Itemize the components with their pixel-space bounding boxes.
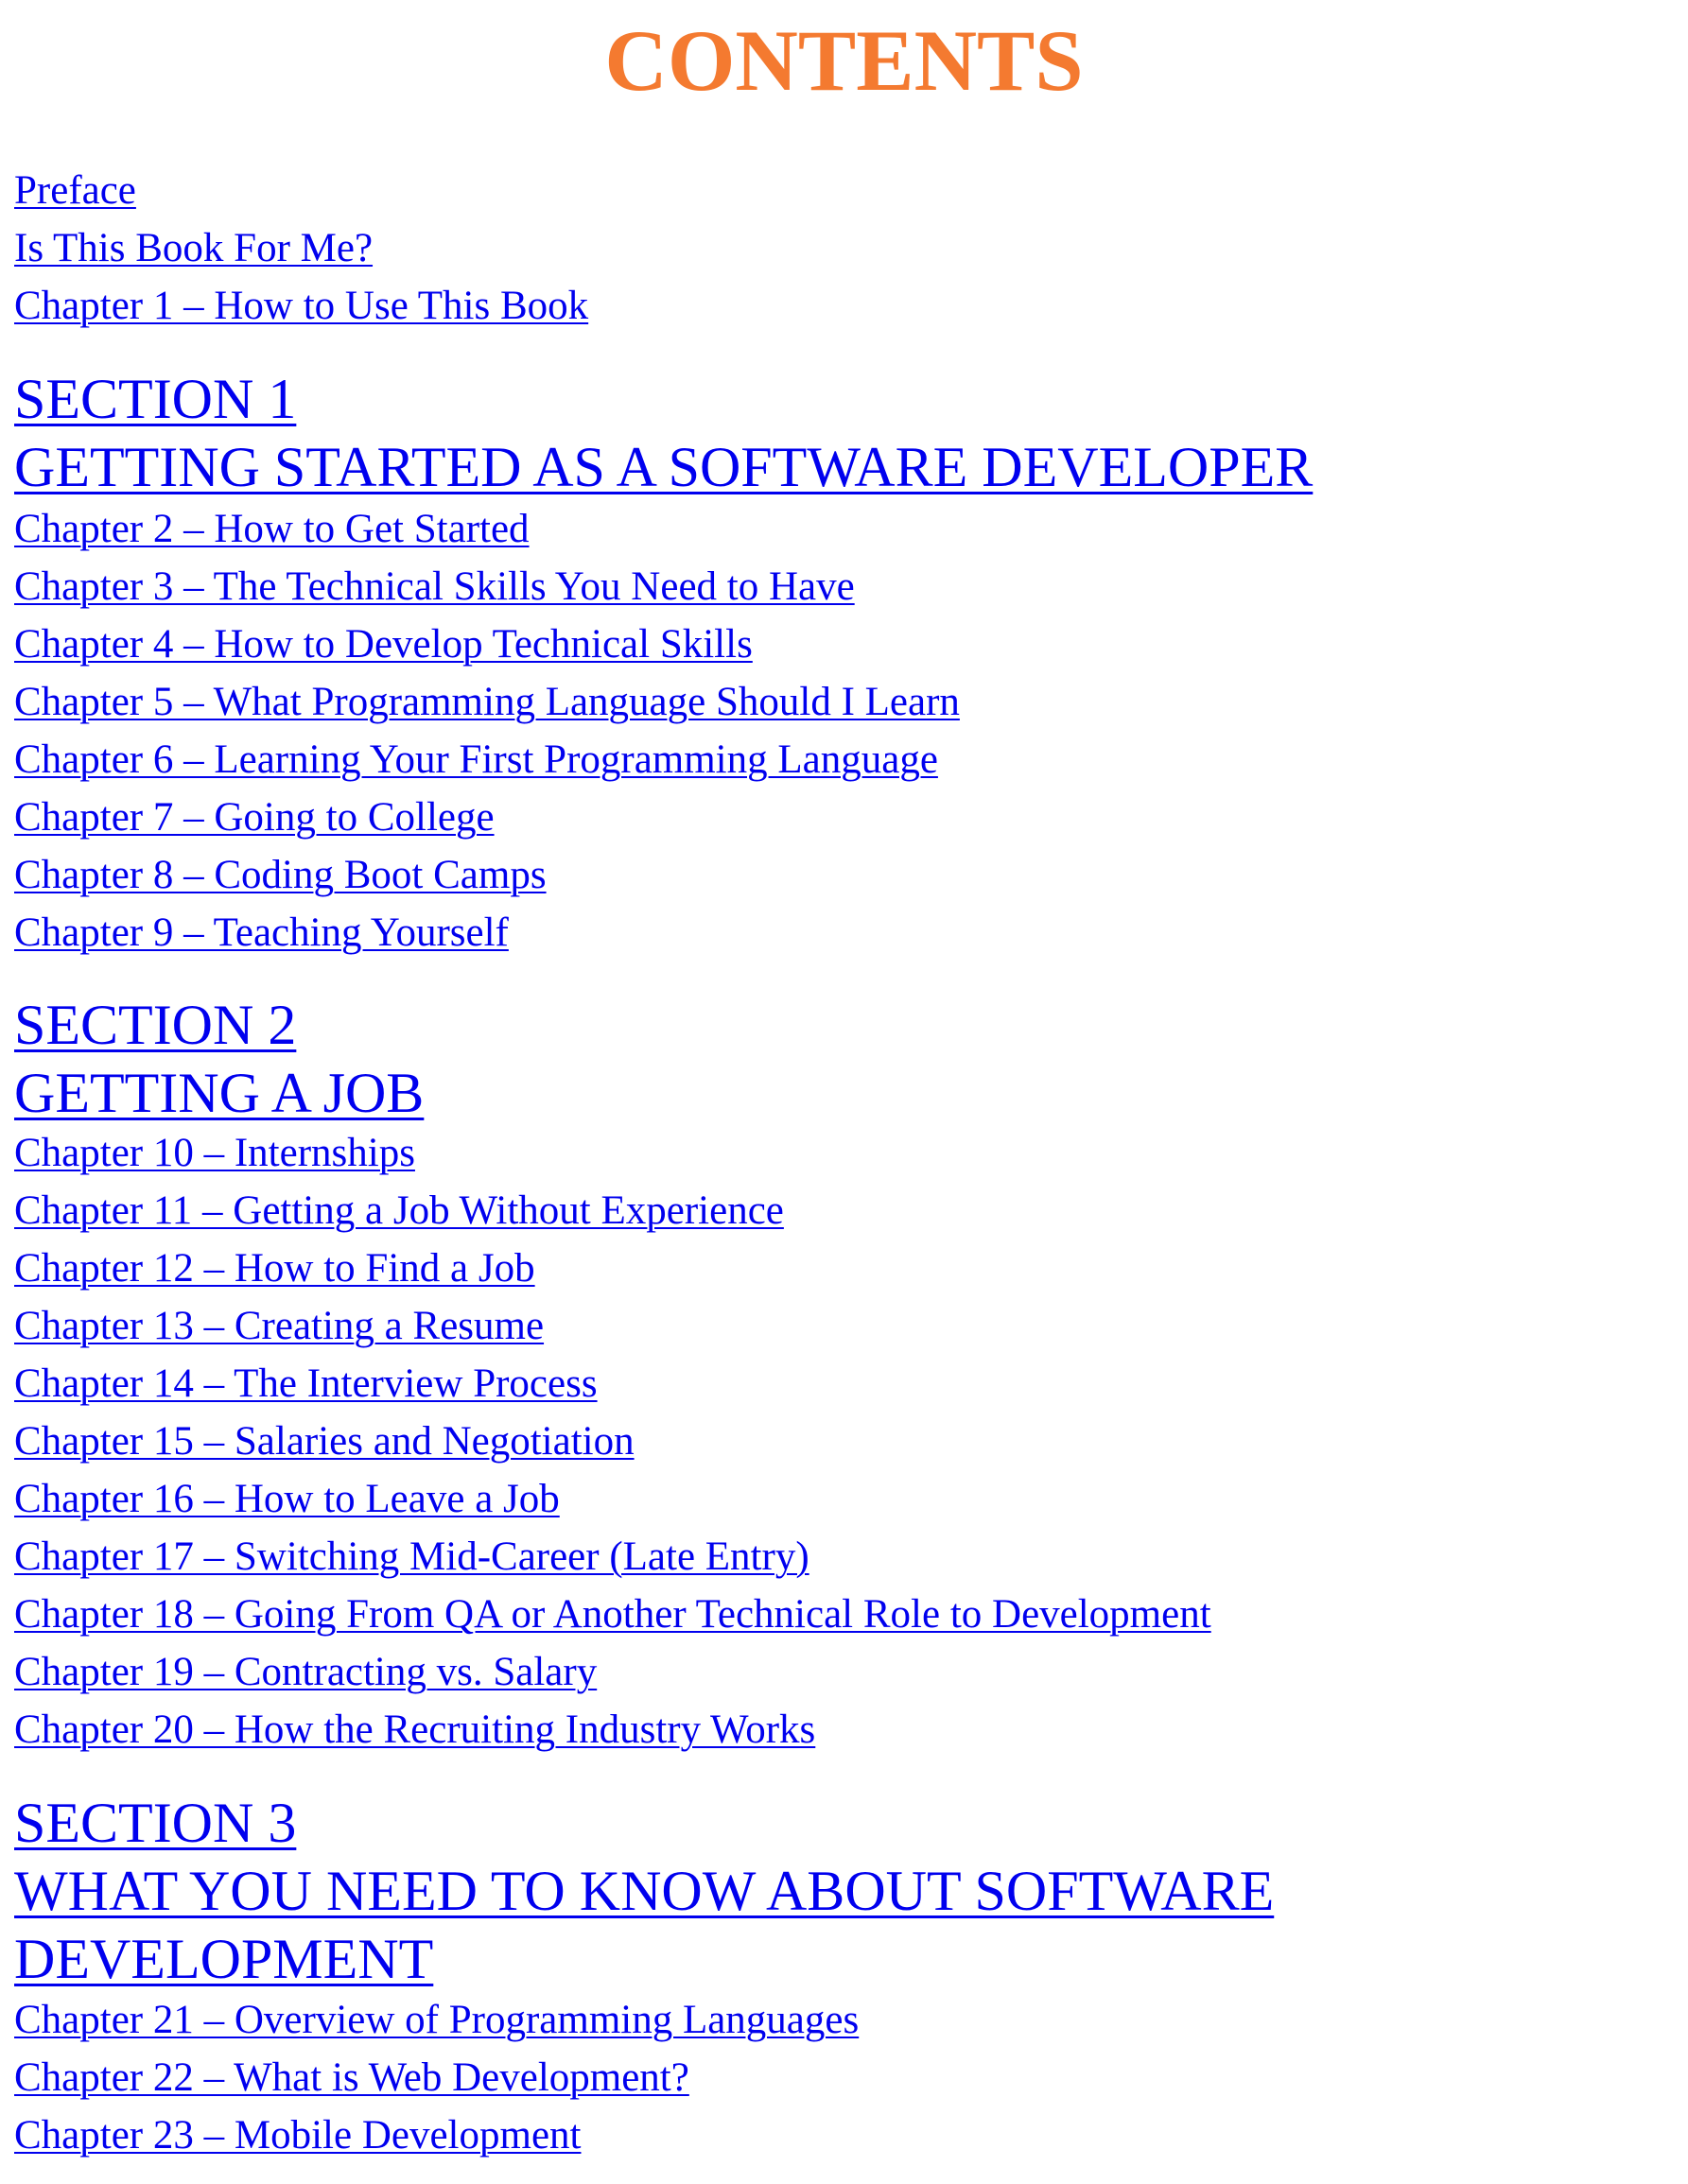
toc-section-2-title[interactable]: GETTING A JOB (14, 1059, 424, 1127)
toc-link-chapter-6[interactable]: Chapter 6 – Learning Your First Programm… (14, 736, 938, 785)
toc-link-chapter-14[interactable]: Chapter 14 – The Interview Process (14, 1360, 598, 1409)
toc-link-chapter-1[interactable]: Chapter 1 – How to Use This Book (14, 282, 588, 331)
toc-link-chapter-7[interactable]: Chapter 7 – Going to College (14, 793, 495, 842)
toc-section-1-title[interactable]: GETTING STARTED AS A SOFTWARE DEVELOPER (14, 433, 1313, 501)
toc-link-chapter-13[interactable]: Chapter 13 – Creating a Resume (14, 1302, 544, 1351)
toc-section-3-label[interactable]: SECTION 3 (14, 1789, 296, 1857)
page-title: CONTENTS (604, 12, 1084, 109)
toc-link-chapter-4[interactable]: Chapter 4 – How to Develop Technical Ski… (14, 620, 753, 669)
toc-link-chapter-20[interactable]: Chapter 20 – How the Recruiting Industry… (14, 1706, 815, 1755)
toc-link-preface[interactable]: Preface (14, 166, 136, 216)
toc-link-chapter-10[interactable]: Chapter 10 – Internships (14, 1129, 415, 1178)
toc-link-chapter-5[interactable]: Chapter 5 – What Programming Language Sh… (14, 678, 960, 727)
toc-link-is-this-book-for-me[interactable]: Is This Book For Me? (14, 224, 373, 273)
toc-section-3-title-line-1[interactable]: WHAT YOU NEED TO KNOW ABOUT SOFTWARE (14, 1857, 1274, 1925)
toc-link-chapter-8[interactable]: Chapter 8 – Coding Boot Camps (14, 851, 547, 900)
toc-link-chapter-17[interactable]: Chapter 17 – Switching Mid-Career (Late … (14, 1533, 809, 1582)
toc-link-chapter-15[interactable]: Chapter 15 – Salaries and Negotiation (14, 1417, 635, 1466)
toc-link-chapter-23[interactable]: Chapter 23 – Mobile Development (14, 2111, 581, 2160)
toc-section-3-title-line-2[interactable]: DEVELOPMENT (14, 1925, 433, 1993)
toc-link-chapter-3[interactable]: Chapter 3 – The Technical Skills You Nee… (14, 563, 855, 612)
toc-link-chapter-16[interactable]: Chapter 16 – How to Leave a Job (14, 1475, 560, 1524)
toc-link-chapter-11[interactable]: Chapter 11 – Getting a Job Without Exper… (14, 1187, 784, 1236)
toc-link-chapter-2[interactable]: Chapter 2 – How to Get Started (14, 505, 530, 554)
toc-link-chapter-18[interactable]: Chapter 18 – Going From QA or Another Te… (14, 1590, 1211, 1639)
toc-section-2-label[interactable]: SECTION 2 (14, 991, 296, 1059)
toc-link-chapter-19[interactable]: Chapter 19 – Contracting vs. Salary (14, 1648, 597, 1697)
toc-section-1-label[interactable]: SECTION 1 (14, 365, 296, 433)
toc-link-chapter-9[interactable]: Chapter 9 – Teaching Yourself (14, 909, 509, 958)
toc-link-chapter-22[interactable]: Chapter 22 – What is Web Development? (14, 2054, 689, 2103)
toc-link-chapter-21[interactable]: Chapter 21 – Overview of Programming Lan… (14, 1996, 859, 2045)
toc-link-chapter-12[interactable]: Chapter 12 – How to Find a Job (14, 1244, 535, 1293)
